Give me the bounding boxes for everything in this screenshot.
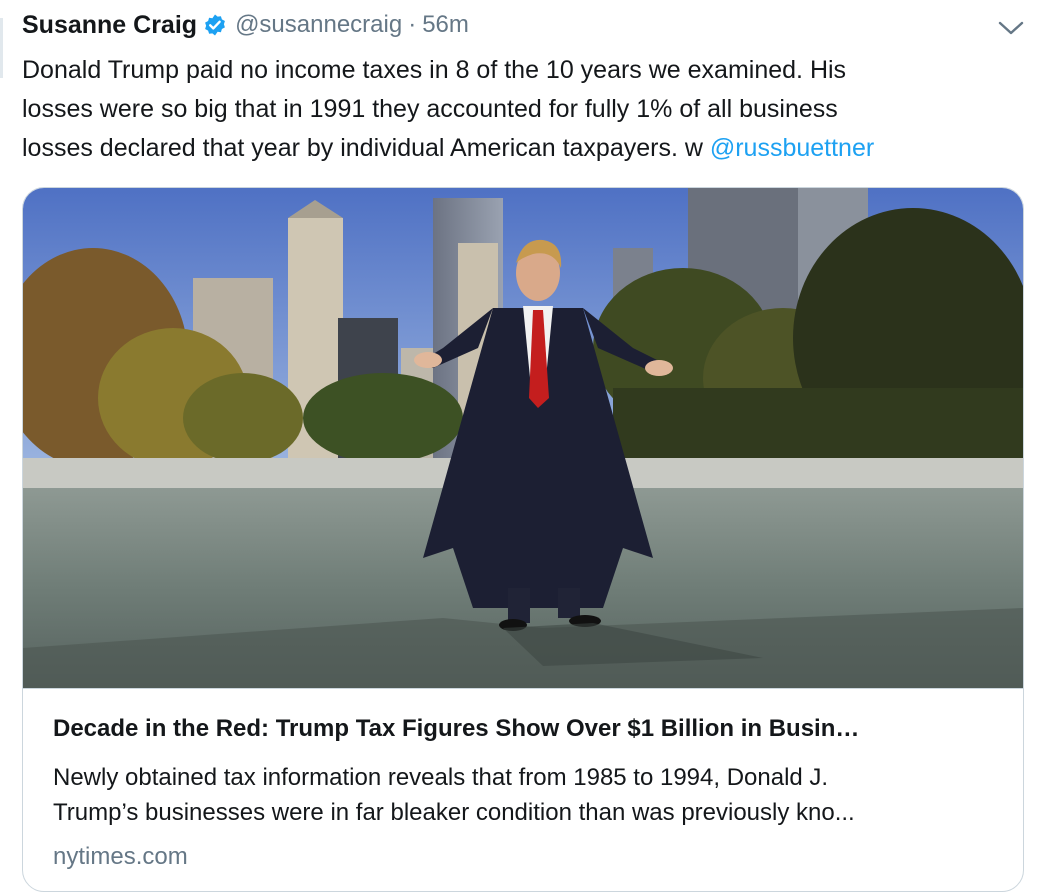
card-description-line: Trump’s businesses were in far bleaker c…: [53, 799, 855, 826]
tweet-text-line: Donald Trump paid no income taxes in 8 o…: [22, 56, 847, 84]
chevron-down-icon[interactable]: [997, 18, 1025, 38]
card-domain: nytimes.com: [53, 843, 188, 870]
card-photo[interactable]: [23, 188, 1023, 689]
card-description: Newly obtained tax information reveals t…: [53, 760, 1003, 830]
tweet-header: Susanne Craig @susannecraig · 56m: [22, 8, 469, 42]
display-name[interactable]: Susanne Craig: [22, 11, 197, 40]
tweet-text-line: losses were so big that in 1991 they acc…: [22, 95, 838, 123]
tweet-text-line: losses declared that year by individual …: [22, 129, 1022, 168]
tweet-text-line-part: losses declared that year by individual …: [22, 134, 710, 162]
separator-dot: ·: [408, 11, 417, 38]
tweet: Susanne Craig @susannecraig · 56m Donald…: [0, 0, 1041, 896]
timestamp[interactable]: 56m: [422, 11, 469, 39]
thread-line: [0, 18, 3, 78]
mention-link[interactable]: @russbuettner: [710, 134, 874, 162]
card-description-line: Newly obtained tax information reveals t…: [53, 764, 829, 791]
link-preview-card[interactable]: Decade in the Red: Trump Tax Figures Sho…: [22, 187, 1024, 892]
verified-badge-icon: [203, 13, 227, 37]
card-title[interactable]: Decade in the Red: Trump Tax Figures Sho…: [53, 715, 1003, 743]
user-handle[interactable]: @susannecraig: [235, 11, 402, 39]
tweet-text: Donald Trump paid no income taxes in 8 o…: [22, 51, 1022, 168]
